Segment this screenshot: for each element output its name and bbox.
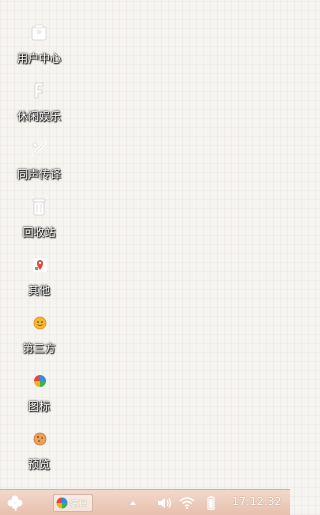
recycle-bin-icon <box>32 198 46 216</box>
taskbar-task-label: 编程 <box>69 500 88 510</box>
desktop-icon-third-party[interactable]: 第三方 <box>8 310 70 362</box>
desktop-icon-label: 第三方 <box>22 342 56 355</box>
user-center-icon <box>31 24 47 41</box>
desktop-icon-label: 回收站 <box>22 226 56 239</box>
taskbar-task-item[interactable]: 编程 <box>53 494 93 512</box>
entertainment-icon <box>34 82 44 99</box>
clover-icon[interactable] <box>6 494 24 512</box>
desktop-icon-recycle-bin[interactable]: 回收站 <box>8 194 70 246</box>
translate-icon <box>31 141 47 157</box>
desktop-icon-icons[interactable]: 图标 <box>8 368 70 420</box>
desktop-icon-label: 图标 <box>28 400 50 413</box>
volume-icon[interactable] <box>156 495 174 511</box>
desktop-icon-label: 用户中心 <box>17 52 61 65</box>
battery-icon[interactable] <box>206 495 216 511</box>
pinwheel-icon <box>34 375 46 387</box>
desktop-icon-label: 其他 <box>28 284 50 297</box>
pinwheel-icon <box>56 497 68 509</box>
desktop-icon-entertainment[interactable]: 休闲娱乐 <box>8 78 70 130</box>
desktop-icon-label: 休闲娱乐 <box>17 110 61 123</box>
desktop-icon-translate[interactable]: 同声传译 <box>8 136 70 188</box>
desktop-icon-preview[interactable]: 预览 <box>8 426 70 478</box>
taskbar-clock[interactable]: 17:12:32 <box>232 495 281 508</box>
desktop: 用户中心 休闲娱乐 同声传译 回收站 其他 第三方 图标 预览 <box>0 0 290 489</box>
desktop-icon-other[interactable]: 其他 <box>8 252 70 304</box>
wifi-icon[interactable] <box>178 495 196 511</box>
cookie-icon <box>33 432 47 446</box>
desktop-icon-label: 预览 <box>28 458 50 471</box>
map-pin-icon <box>33 258 47 272</box>
desktop-icon-user-center[interactable]: 用户中心 <box>8 20 70 72</box>
up-arrow-icon[interactable] <box>128 495 138 511</box>
desktop-icon-label: 同声传译 <box>17 168 61 181</box>
taskbar: 编程 17:12:32 <box>0 489 290 515</box>
smiley-icon <box>33 316 47 330</box>
